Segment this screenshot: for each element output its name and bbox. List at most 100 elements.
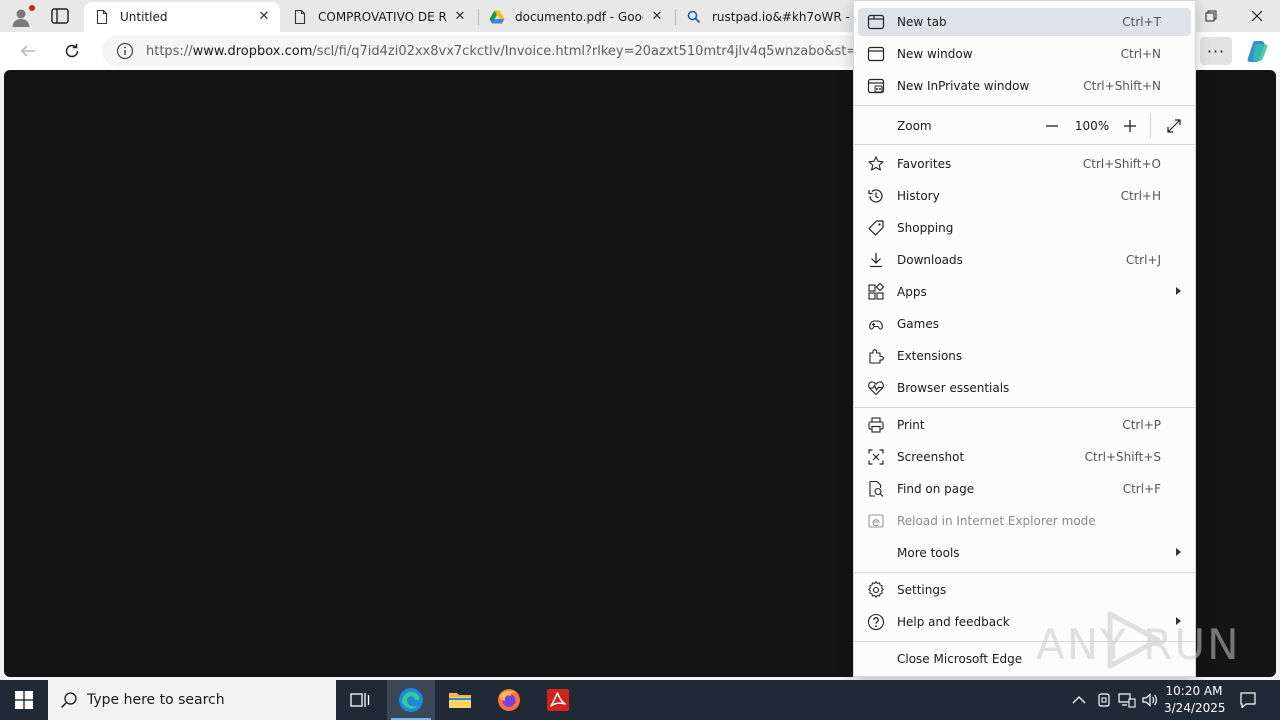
start-button[interactable] — [0, 680, 48, 720]
search-icon — [60, 692, 77, 709]
edge-icon — [399, 688, 423, 712]
menu-item-label: Browser essentials — [897, 381, 1010, 395]
menu-item-games[interactable]: Games — [858, 310, 1191, 338]
tray-network-button[interactable] — [1118, 691, 1136, 709]
help-icon — [867, 613, 885, 631]
menu-item-downloads[interactable]: Downloads Ctrl+J — [858, 246, 1191, 274]
search-placeholder: Type here to search — [87, 692, 225, 708]
task-view-icon — [350, 693, 370, 707]
menu-item-label: Extensions — [897, 349, 963, 363]
heart-pulse-icon — [868, 381, 884, 396]
menu-item-more-tools[interactable]: More tools — [858, 539, 1191, 567]
menu-item-label: Reload in Internet Explorer mode — [897, 514, 1096, 528]
minus-icon — [1046, 125, 1058, 127]
menu-item-shopping[interactable]: Shopping — [858, 214, 1191, 242]
menu-item-settings[interactable]: Settings — [858, 576, 1191, 604]
zoom-out-button[interactable] — [1038, 113, 1066, 139]
plus-icon — [1124, 120, 1136, 132]
menu-item-label: Settings — [897, 583, 947, 597]
tray-usb-button[interactable] — [1095, 691, 1113, 709]
page-icon — [294, 9, 306, 25]
menu-item-new-inprivate-window[interactable]: New InPrivate window Ctrl+Shift+N — [858, 72, 1191, 100]
menu-item-apps[interactable]: Apps — [858, 278, 1191, 306]
tab-comprovativo[interactable]: COMPROVATIVO DE REM ✕ — [282, 2, 476, 32]
chevron-up-icon — [1072, 696, 1086, 704]
menu-separator — [854, 407, 1195, 408]
menu-item-print[interactable]: Print Ctrl+P — [858, 411, 1191, 439]
tab-untitled[interactable]: Untitled ✕ — [84, 2, 280, 32]
menu-item-label: New tab — [897, 15, 947, 29]
taskbar-clock[interactable]: 10:20 AM 3/24/2025 — [1164, 683, 1226, 717]
network-icon — [1118, 693, 1136, 708]
taskbar-acrobat[interactable] — [534, 680, 582, 720]
info-icon[interactable] — [116, 42, 134, 60]
tab-rustpad[interactable]: rustpad.io&#kh7oWR - S — [676, 2, 856, 32]
close-icon — [1251, 10, 1263, 22]
fullscreen-icon — [1167, 119, 1181, 133]
fullscreen-button[interactable] — [1160, 113, 1188, 139]
menu-item-label: Help and feedback — [897, 615, 1010, 629]
refresh-icon — [65, 43, 79, 58]
menu-item-label: Downloads — [897, 253, 963, 267]
tray-volume-button[interactable] — [1141, 691, 1159, 709]
task-view-button[interactable] — [336, 680, 384, 720]
url-path: /scl/fi/q7id4zi02xx8vx7ckctlv/Invoice.ht… — [312, 43, 862, 59]
tray-overflow-button[interactable] — [1070, 691, 1088, 709]
taskbar-file-explorer[interactable] — [436, 680, 484, 720]
apps-icon — [868, 283, 885, 300]
close-icon[interactable]: ✕ — [649, 9, 665, 25]
menu-item-shortcut: Ctrl+P — [1122, 418, 1161, 432]
anyrun-watermark: ANY RUN — [1036, 610, 1239, 670]
taskbar-edge[interactable] — [387, 680, 435, 720]
clock-time: 10:20 AM — [1165, 684, 1223, 698]
notification-center-button[interactable] — [1236, 680, 1260, 720]
menu-item-browser-essentials[interactable]: Browser essentials — [858, 374, 1191, 402]
taskbar-search-box[interactable]: Type here to search — [48, 680, 336, 720]
ie-icon — [868, 514, 884, 528]
screenshot-icon — [868, 449, 884, 465]
menu-item-extensions[interactable]: Extensions — [858, 342, 1191, 370]
tag-icon — [868, 220, 884, 236]
taskbar-firefox[interactable] — [485, 680, 533, 720]
settings-menu: New tab Ctrl+T New window Ctrl+N New InP… — [853, 0, 1196, 677]
menu-item-label: Close Microsoft Edge — [897, 652, 1023, 666]
menu-item-history[interactable]: History Ctrl+H — [858, 182, 1191, 210]
refresh-button[interactable] — [58, 37, 86, 65]
menu-item-label: Shopping — [897, 221, 954, 235]
close-window-button[interactable] — [1234, 0, 1280, 32]
address-bar[interactable]: https://www.dropbox.com/scl/fi/q7id4zi02… — [102, 35, 862, 67]
settings-and-more-button[interactable]: ··· — [1200, 37, 1232, 65]
menu-item-label: New InPrivate window — [897, 79, 1030, 93]
submenu-arrow-icon — [1176, 287, 1181, 295]
menu-item-screenshot[interactable]: Screenshot Ctrl+Shift+S — [858, 443, 1191, 471]
menu-item-favorites[interactable]: Favorites Ctrl+Shift+O — [858, 150, 1191, 178]
menu-item-shortcut: Ctrl+H — [1120, 189, 1161, 203]
menu-item-shortcut: Ctrl+F — [1122, 482, 1161, 496]
copilot-icon[interactable] — [1244, 39, 1270, 63]
close-icon[interactable]: ✕ — [452, 9, 468, 25]
tab-label: Untitled — [120, 10, 168, 24]
close-icon[interactable]: ✕ — [256, 9, 272, 25]
menu-item-find-on-page[interactable]: Find on page Ctrl+F — [858, 475, 1191, 503]
menu-item-label: Favorites — [897, 157, 952, 171]
menu-item-shortcut: Ctrl+Shift+S — [1084, 450, 1161, 464]
menu-item-new-tab[interactable]: New tab Ctrl+T — [858, 8, 1191, 36]
tab-google-drive[interactable]: documento.pdf - Google ✕ — [479, 2, 673, 32]
tab-actions-icon[interactable] — [50, 7, 70, 25]
printer-icon — [868, 417, 884, 433]
zoom-in-button[interactable] — [1116, 113, 1144, 139]
restore-icon — [1205, 10, 1217, 22]
menu-item-shortcut: Ctrl+Shift+O — [1082, 157, 1161, 171]
menu-item-new-window[interactable]: New window Ctrl+N — [858, 40, 1191, 68]
menu-separator — [854, 572, 1195, 573]
menu-item-label: Games — [897, 317, 939, 331]
menu-item-reload-ie-mode: Reload in Internet Explorer mode — [858, 507, 1191, 535]
url-text: https://www.dropbox.com/scl/fi/q7id4zi02… — [146, 44, 862, 59]
acrobat-icon — [547, 689, 569, 711]
zoom-label: Zoom — [897, 119, 932, 133]
google-drive-icon — [489, 10, 505, 24]
page-icon — [96, 9, 108, 25]
menu-item-label: New window — [897, 47, 973, 61]
zoom-row: Zoom 100% — [858, 112, 1191, 140]
back-button[interactable] — [14, 37, 42, 65]
